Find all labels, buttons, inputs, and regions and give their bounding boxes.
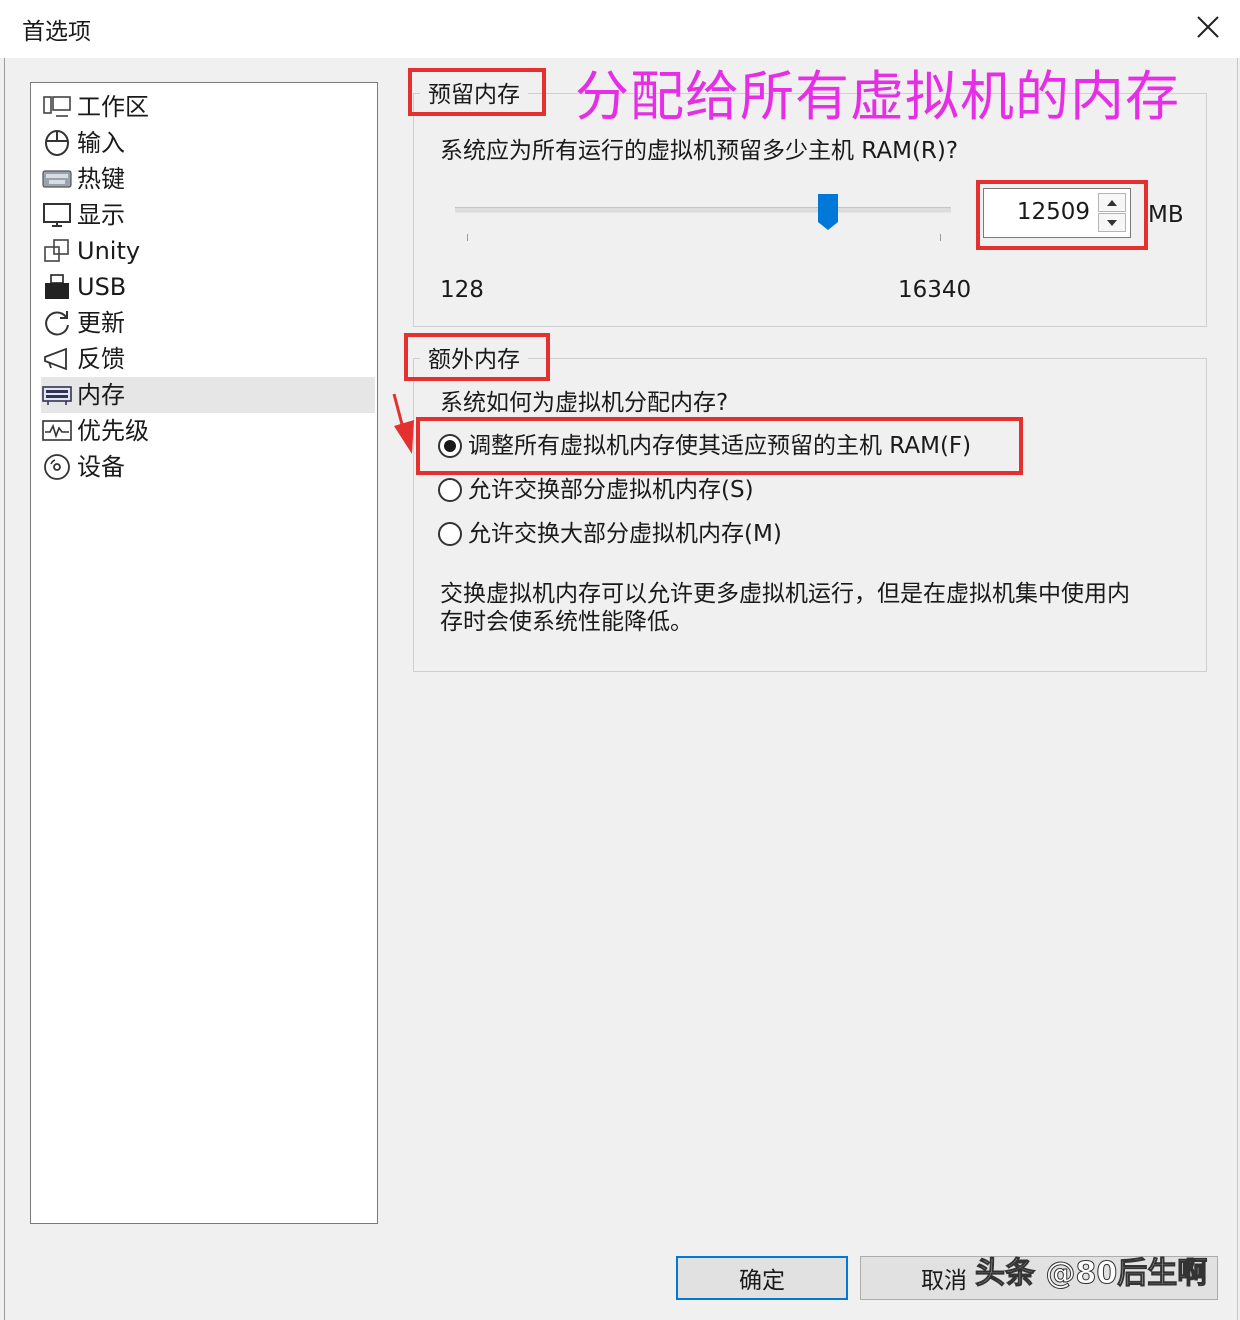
keyboard-icon: [41, 164, 73, 194]
red-arrow-icon: [392, 393, 414, 454]
radio-label: 调整所有虚拟机内存使其适应预留的主机 RAM(F): [468, 433, 972, 459]
sidebar-item-label: 显示: [77, 201, 125, 229]
slider-max-label: 16340: [898, 277, 972, 303]
sidebar-item-label: 优先级: [77, 417, 149, 445]
sidebar-item-label: Unity: [77, 237, 141, 265]
swap-description: 交换虚拟机内存可以允许更多虚拟机运行，但是在虚拟机集中使用内 存时会使系统性能降…: [440, 580, 1180, 636]
chevron-down-icon: [1107, 219, 1117, 226]
radio-label: 允许交换大部分虚拟机内存(M): [468, 521, 782, 547]
spin-up-button[interactable]: [1098, 193, 1126, 212]
window-title: 首选项: [22, 19, 91, 45]
swap-description-line-1: 交换虚拟机内存可以允许更多虚拟机运行，但是在虚拟机集中使用内: [440, 581, 1130, 607]
memory-icon: [41, 380, 73, 410]
radio-button[interactable]: [438, 478, 462, 502]
sidebar-item-label: 设备: [77, 453, 125, 481]
refresh-icon: [41, 308, 73, 338]
sidebar-item-label: 反馈: [77, 345, 125, 373]
radio-button[interactable]: [438, 434, 462, 458]
megaphone-icon: [41, 344, 73, 374]
sidebar-item-unity[interactable]: Unity: [41, 233, 375, 269]
reserved-memory-input[interactable]: [990, 197, 1090, 227]
slider-min-label: 128: [440, 277, 484, 303]
sidebar-item-display[interactable]: 显示: [41, 197, 375, 233]
extra-memory-legend: 额外内存: [420, 345, 528, 375]
swap-description-line-2: 存时会使系统性能降低。: [440, 609, 693, 635]
sidebar-item-label: USB: [77, 273, 127, 301]
sidebar-item-updates[interactable]: 更新: [41, 305, 375, 341]
chevron-up-icon: [1107, 199, 1117, 206]
sidebar-item-label: 热键: [77, 165, 125, 193]
sidebar-item-devices[interactable]: 设备: [41, 449, 375, 485]
dialog-left-edge: [4, 58, 5, 1320]
title-bar: 首选项: [0, 0, 1240, 58]
radio-label: 允许交换部分虚拟机内存(S): [468, 477, 754, 503]
ok-button[interactable]: 确定: [676, 1256, 848, 1300]
memory-unit-label: MB: [1148, 202, 1184, 228]
workspace-icon: [41, 92, 73, 122]
cancel-button-label: 取消: [921, 1268, 967, 1294]
watermark: 头条 @80后生啊: [974, 1256, 1208, 1292]
sidebar-item-memory[interactable]: 内存: [41, 377, 375, 413]
reserved-memory-question: 系统应为所有运行的虚拟机预留多少主机 RAM(R)?: [440, 138, 959, 164]
sidebar-item-label: 内存: [77, 381, 125, 409]
slider-tick-max: [940, 234, 941, 241]
sidebar-item-hotkeys[interactable]: 热键: [41, 161, 375, 197]
sidebar-item-label: 工作区: [77, 93, 149, 121]
sidebar-item-label: 更新: [77, 309, 125, 337]
memory-slider-track[interactable]: [455, 207, 951, 213]
radio-selected-dot: [444, 440, 456, 452]
extra-memory-question: 系统如何为虚拟机分配内存?: [440, 390, 729, 416]
sidebar-item-input[interactable]: 输入: [41, 125, 375, 161]
usb-icon: [41, 272, 73, 302]
monitor-icon: [41, 200, 73, 230]
sidebar-item-label: 输入: [77, 129, 125, 157]
sidebar-item-feedback[interactable]: 反馈: [41, 341, 375, 377]
spin-down-button[interactable]: [1098, 213, 1126, 232]
slider-tick-min: [467, 234, 468, 241]
annotation-text: 分配给所有虚拟机的内存: [575, 65, 1180, 128]
memory-slider-thumb[interactable]: [816, 192, 840, 232]
priority-graph-icon: [41, 416, 73, 446]
close-icon: [1197, 16, 1219, 38]
reserved-memory-legend: 预留内存: [420, 80, 528, 110]
radio-button[interactable]: [438, 522, 462, 546]
radio-option-fit-reserved[interactable]: 调整所有虚拟机内存使其适应预留的主机 RAM(F): [438, 430, 971, 462]
disc-icon: [41, 452, 73, 482]
sidebar-item-workspace[interactable]: 工作区: [41, 89, 375, 125]
preferences-sidebar: 工作区 输入 热键 显示 Unity USB 更新 反馈 内存 优先级 设备: [30, 82, 378, 1224]
sidebar-item-usb[interactable]: USB: [41, 269, 375, 305]
sidebar-item-priority[interactable]: 优先级: [41, 413, 375, 449]
reserved-memory-spinner[interactable]: [983, 188, 1131, 238]
mouse-icon: [41, 128, 73, 158]
radio-option-swap-most[interactable]: 允许交换大部分虚拟机内存(M): [438, 518, 782, 550]
close-button[interactable]: [1184, 6, 1232, 48]
dialog-right-edge: [1237, 58, 1238, 1320]
radio-option-swap-some[interactable]: 允许交换部分虚拟机内存(S): [438, 474, 754, 506]
unity-windows-icon: [41, 236, 73, 266]
